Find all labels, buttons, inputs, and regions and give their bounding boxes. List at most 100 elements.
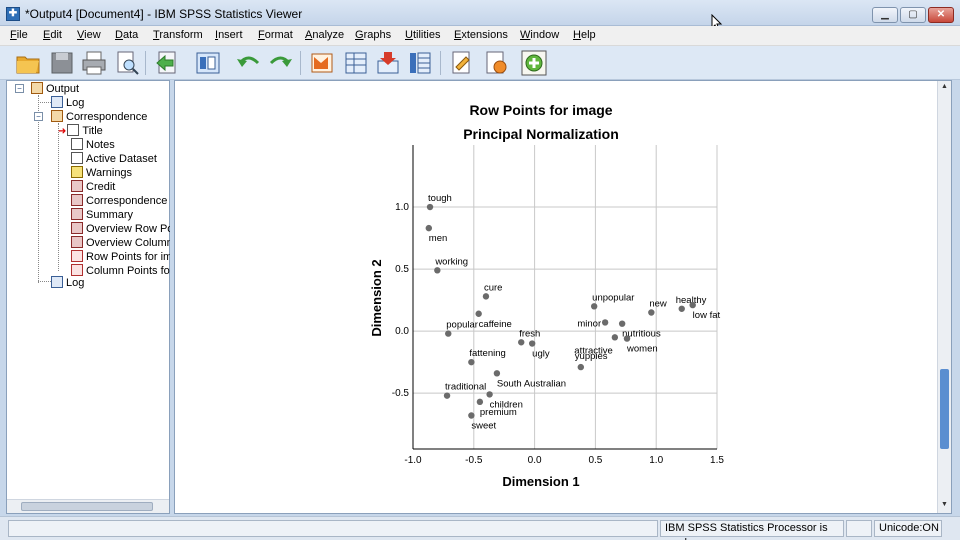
goto-case-icon[interactable] bbox=[342, 49, 370, 77]
menu-edit[interactable]: Edit bbox=[43, 29, 62, 41]
x-tick-label: -0.5 bbox=[465, 455, 483, 466]
menu-view[interactable]: View bbox=[77, 29, 101, 41]
goto-variable-icon[interactable] bbox=[374, 49, 402, 77]
data-point bbox=[577, 363, 585, 371]
point-label: ugly bbox=[532, 349, 550, 360]
menu-window[interactable]: Window bbox=[520, 29, 559, 41]
outline-pane[interactable]: − − Output Log Correspondence ➜ Title Not… bbox=[6, 80, 177, 514]
tree-item-credit[interactable]: Credit bbox=[71, 180, 115, 194]
point-label: men bbox=[429, 233, 447, 244]
menu-data[interactable]: Data bbox=[115, 29, 138, 41]
tree-item-correspondence-table[interactable]: Correspondence T bbox=[71, 194, 177, 208]
variables-icon[interactable] bbox=[406, 49, 434, 77]
x-tick-label: 1.5 bbox=[710, 455, 724, 466]
close-button[interactable]: ✕ bbox=[928, 7, 954, 23]
maximize-button[interactable]: ▢ bbox=[900, 7, 926, 23]
data-point bbox=[468, 358, 475, 366]
scroll-up-arrow-icon[interactable]: ▲ bbox=[940, 83, 949, 93]
point-label: cure bbox=[484, 282, 502, 293]
output-content-pane[interactable]: Row Points for image Principal Normaliza… bbox=[174, 80, 952, 514]
current-item-arrow-icon: ➜ bbox=[58, 126, 67, 137]
print-icon[interactable] bbox=[80, 49, 108, 77]
recall-dialog-icon[interactable] bbox=[194, 49, 222, 77]
tree-item-notes[interactable]: Notes bbox=[71, 138, 115, 152]
chart-icon bbox=[71, 250, 83, 262]
x-axis-label: Dimension 1 bbox=[502, 474, 579, 489]
tree-item-summary[interactable]: Summary bbox=[71, 208, 133, 222]
point-label: women bbox=[626, 344, 658, 355]
menu-insert[interactable]: Insert bbox=[215, 29, 243, 41]
menu-transform[interactable]: Transform bbox=[153, 29, 203, 41]
scrollbar-thumb[interactable] bbox=[940, 369, 949, 449]
point-label: unpopular bbox=[592, 292, 634, 303]
tree-item-warnings[interactable]: Warnings bbox=[71, 166, 132, 180]
point-label: new bbox=[649, 299, 667, 310]
add-icon[interactable] bbox=[520, 49, 548, 77]
menu-help[interactable]: Help bbox=[573, 29, 596, 41]
data-point bbox=[678, 305, 685, 312]
toolbar-separator bbox=[440, 51, 441, 75]
menu-file[interactable]: File bbox=[10, 29, 28, 41]
tree-item-column-points-chart[interactable]: Column Points for bbox=[71, 264, 173, 278]
data-point bbox=[434, 267, 441, 274]
menu-graphs[interactable]: Graphs bbox=[355, 29, 391, 41]
point-label: sweet bbox=[471, 420, 496, 431]
point-label: low fat bbox=[693, 310, 721, 321]
insert-output-icon[interactable] bbox=[448, 49, 476, 77]
content-vertical-scrollbar[interactable]: ▲ ▼ bbox=[937, 81, 951, 513]
point-label: tough bbox=[428, 193, 452, 204]
dataset-icon bbox=[71, 152, 83, 164]
open-folder-icon[interactable] bbox=[14, 49, 42, 77]
tree-item-overview-row-points[interactable]: Overview Row Poi bbox=[71, 222, 176, 236]
data-point bbox=[476, 398, 484, 406]
tree-item-title[interactable]: ➜ Title bbox=[58, 124, 103, 138]
y-tick-label: 1.0 bbox=[395, 202, 409, 213]
menu-utilities[interactable]: Utilities bbox=[405, 29, 440, 41]
menu-format[interactable]: Format bbox=[258, 29, 293, 41]
chart-subtitle: Principal Normalization bbox=[463, 126, 619, 142]
data-point bbox=[528, 340, 536, 347]
undo-icon[interactable] bbox=[234, 49, 262, 77]
data-point bbox=[475, 310, 482, 317]
tree-item-active-dataset[interactable]: Active Dataset bbox=[71, 152, 157, 166]
table-icon bbox=[71, 222, 83, 234]
data-point bbox=[689, 301, 696, 309]
point-label: traditional bbox=[445, 382, 486, 393]
spss-app-icon[interactable]: ✚ bbox=[6, 7, 20, 21]
goto-data-icon[interactable] bbox=[308, 49, 336, 77]
collapse-output-toggle[interactable]: − bbox=[15, 84, 24, 93]
point-label: premium bbox=[480, 407, 517, 418]
tree-item-row-points-chart[interactable]: Row Points for im bbox=[71, 250, 172, 264]
export-icon[interactable] bbox=[153, 49, 181, 77]
scrollbar-thumb[interactable] bbox=[21, 502, 153, 511]
outline-horizontal-scrollbar[interactable] bbox=[7, 499, 169, 513]
data-point bbox=[445, 330, 452, 337]
y-axis-label: Dimension 2 bbox=[369, 259, 384, 336]
window-title: *Output4 [Document4] - IBM SPSS Statisti… bbox=[25, 7, 303, 21]
tree-item-output[interactable]: Output bbox=[31, 82, 79, 96]
scroll-down-arrow-icon[interactable]: ▼ bbox=[940, 501, 949, 511]
script-icon[interactable] bbox=[482, 49, 510, 77]
tree-item-log-2[interactable]: Log bbox=[51, 276, 84, 290]
redo-icon[interactable] bbox=[267, 49, 295, 77]
data-point bbox=[618, 320, 626, 327]
tree-item-overview-column-points[interactable]: Overview Column bbox=[71, 236, 173, 250]
tree-item-log[interactable]: Log bbox=[51, 96, 84, 110]
save-icon[interactable] bbox=[48, 49, 76, 77]
row-points-chart[interactable]: Row Points for image Principal Normaliza… bbox=[175, 81, 939, 513]
x-tick-label: 0.5 bbox=[588, 455, 602, 466]
menu-extensions[interactable]: Extensions bbox=[454, 29, 508, 41]
warning-icon bbox=[71, 166, 83, 178]
title-bar: ✚ *Output4 [Document4] - IBM SPSS Statis… bbox=[0, 0, 960, 31]
log-icon bbox=[51, 276, 63, 288]
tree-item-correspondence[interactable]: Correspondence bbox=[51, 110, 147, 124]
title-icon bbox=[67, 124, 80, 136]
minimize-button[interactable]: ▁ bbox=[872, 7, 898, 23]
toolbar-separator bbox=[145, 51, 146, 75]
table-icon bbox=[71, 194, 83, 206]
print-preview-icon[interactable] bbox=[113, 49, 141, 77]
table-icon bbox=[71, 208, 83, 220]
collapse-correspondence-toggle[interactable]: − bbox=[34, 112, 43, 121]
point-label: fattening bbox=[469, 348, 505, 359]
menu-analyze[interactable]: Analyze bbox=[305, 29, 344, 41]
